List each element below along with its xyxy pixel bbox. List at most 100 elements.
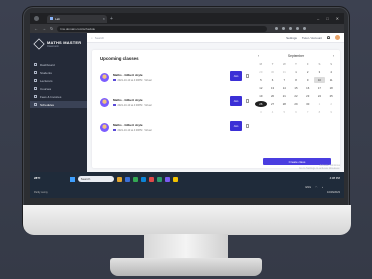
calendar-day[interactable]: 30 xyxy=(267,69,279,75)
calendar-day[interactable]: 16 xyxy=(302,85,314,91)
sidebar-item-lecturers[interactable]: Lecturers xyxy=(30,77,87,84)
calendar-day[interactable]: 13 xyxy=(267,85,279,91)
calendar-day[interactable]: 10 xyxy=(313,77,326,83)
edge-icon[interactable] xyxy=(124,176,130,182)
file-explorer-icon[interactable] xyxy=(116,176,122,182)
new-tab-button[interactable]: + xyxy=(110,16,113,22)
close-tab-icon[interactable]: ✕ xyxy=(102,17,105,21)
calendar-day[interactable]: 25 xyxy=(325,93,337,99)
calendar-day[interactable]: 7 xyxy=(302,109,314,115)
calendar: ‹ September › M T W T F S S 29 30 31 1 2 3 4 5 6 7 8 9 10 11… xyxy=(255,54,337,115)
user-menu[interactable]: Tutor / Account xyxy=(302,36,322,40)
calendar-day[interactable]: 2 xyxy=(302,69,314,75)
calendar-day[interactable]: 23 xyxy=(302,93,314,99)
bell-icon[interactable] xyxy=(327,36,330,39)
trash-icon[interactable] xyxy=(246,124,249,128)
calendar-day[interactable]: 6 xyxy=(267,77,279,83)
notes-icon[interactable] xyxy=(172,176,178,182)
calendar-day[interactable]: 22 xyxy=(290,93,302,99)
windows-start-icon[interactable] xyxy=(69,176,75,182)
calendar-day[interactable]: 21 xyxy=(278,93,290,99)
maximize-button[interactable]: □ xyxy=(326,16,328,21)
calendar-day[interactable]: 7 xyxy=(278,77,290,83)
profile-icon[interactable] xyxy=(34,16,39,21)
sidebar-item-label: Lecturers xyxy=(40,78,53,83)
calendar-day[interactable]: 17 xyxy=(314,85,326,91)
calendar-day[interactable]: 6 xyxy=(290,109,302,115)
volume-icon[interactable]: ◖ xyxy=(321,186,323,189)
calendar-day[interactable]: 8 xyxy=(290,77,302,83)
calendar-day[interactable]: 14 xyxy=(278,85,290,91)
join-button[interactable]: Join xyxy=(230,121,242,131)
minimize-button[interactable]: – xyxy=(317,16,319,21)
calendar-day[interactable]: 29 xyxy=(290,101,302,107)
chrome-icon[interactable] xyxy=(132,176,138,182)
calendar-day[interactable]: 5 xyxy=(278,109,290,115)
search-box[interactable]: ⌕ Search xyxy=(91,36,104,40)
sidebar-item-dashboard[interactable]: Dashboard xyxy=(30,61,87,68)
calendar-day[interactable]: 31 xyxy=(278,69,290,75)
sidebar-item-students[interactable]: Students xyxy=(30,69,87,76)
calendar-day[interactable]: 15 xyxy=(290,85,302,91)
sidebar-item-label: Schedules xyxy=(40,102,55,107)
calendar-day[interactable]: 30 xyxy=(302,101,314,107)
next-month-button[interactable]: › xyxy=(333,54,334,58)
calendar-day[interactable]: 26 xyxy=(255,101,267,107)
calendar-day[interactable]: 27 xyxy=(267,101,279,107)
calendar-day[interactable]: 24 xyxy=(314,93,326,99)
sidebar-item-schedules[interactable]: Schedules xyxy=(30,101,87,108)
class-datetime: 2021-10-10 at 4:00PM xyxy=(117,103,143,107)
brand-logo[interactable]: MATHS MASTER Classroom xyxy=(30,37,87,51)
calendar-day[interactable]: 18 xyxy=(325,85,337,91)
calendar-day[interactable]: 1 xyxy=(290,69,302,75)
calendar-day[interactable]: 4 xyxy=(325,69,337,75)
prev-month-button[interactable]: ‹ xyxy=(258,54,259,58)
browser-tab[interactable]: Lab ✕ xyxy=(47,14,107,23)
sidebar-item-courses[interactable]: Courses xyxy=(30,85,87,92)
taskbar-search-label: Search xyxy=(80,177,91,181)
menu-icon[interactable] xyxy=(303,27,307,30)
sidebar-item-fees[interactable]: Fees & Invoices xyxy=(30,93,87,100)
calendar-day[interactable]: 4 xyxy=(267,109,279,115)
calendar-day[interactable]: 1 xyxy=(314,101,326,107)
calendar-day[interactable]: 12 xyxy=(255,85,267,91)
calendar-day[interactable]: 28 xyxy=(278,101,290,107)
calendar-day[interactable]: 8 xyxy=(314,109,326,115)
forward-button[interactable]: → xyxy=(42,26,46,31)
sidebar-item-label: Courses xyxy=(40,86,52,91)
weather-widget[interactable]: 28°F Partly sunny xyxy=(34,176,48,198)
mail-icon[interactable] xyxy=(148,176,154,182)
close-window-button[interactable]: ✕ xyxy=(336,16,339,21)
clock[interactable]: 4:38 PM 10/26/2023 xyxy=(327,176,340,198)
calendar-day[interactable]: 9 xyxy=(302,77,314,83)
join-button[interactable]: Join xyxy=(230,71,242,81)
avatar[interactable] xyxy=(335,35,340,40)
calendar-day[interactable]: 3 xyxy=(314,69,326,75)
bookmark-icon[interactable] xyxy=(275,27,279,30)
teams-icon[interactable] xyxy=(164,176,170,182)
calendar-day[interactable]: 29 xyxy=(255,69,267,75)
reload-button[interactable]: ↻ xyxy=(50,26,53,31)
search-input[interactable]: Search xyxy=(95,36,105,40)
store-icon[interactable] xyxy=(140,176,146,182)
taskbar-search[interactable]: Search xyxy=(77,176,114,182)
calendar-day[interactable]: 20 xyxy=(267,93,279,99)
calendar-day[interactable]: 2 xyxy=(325,101,337,107)
back-button[interactable]: ← xyxy=(34,26,38,31)
extensions-icon[interactable] xyxy=(282,27,286,30)
downloads-icon[interactable] xyxy=(289,27,293,30)
trash-icon[interactable] xyxy=(246,99,249,103)
url-field[interactable]: lms.domain.com/schedule xyxy=(57,25,268,32)
excel-icon[interactable] xyxy=(156,176,162,182)
profile-avatar-icon[interactable] xyxy=(296,27,300,30)
calendar-day[interactable]: 9 xyxy=(325,109,337,115)
calendar-day[interactable]: 5 xyxy=(255,77,267,83)
calendar-day[interactable]: 3 xyxy=(255,109,267,115)
settings-menu[interactable]: Settings xyxy=(286,36,297,40)
wifi-icon[interactable]: ◠ xyxy=(315,186,317,189)
calendar-day[interactable]: 11 xyxy=(325,77,337,83)
trash-icon[interactable] xyxy=(246,74,249,78)
join-button[interactable]: Join xyxy=(230,96,242,106)
calendar-day[interactable]: 19 xyxy=(255,93,267,99)
language-indicator[interactable]: ENG xyxy=(306,186,312,189)
